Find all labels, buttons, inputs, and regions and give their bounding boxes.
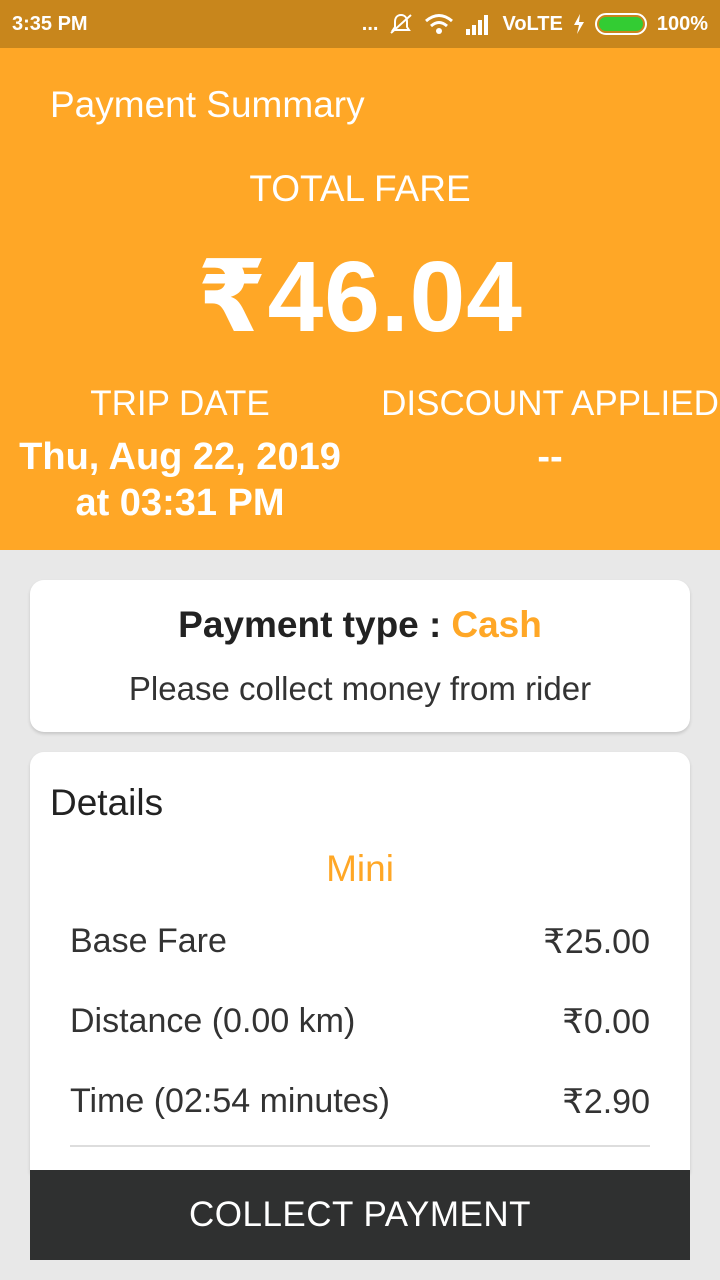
payment-type-label: Payment type : [178, 604, 442, 645]
fare-row-label: Time (02:54 minutes) [70, 1082, 390, 1120]
battery-icon [594, 13, 647, 35]
signal-icon [464, 13, 492, 35]
fare-row-distance: Distance (0.00 km) ₹0.00 [70, 1002, 650, 1042]
battery-percent: 100% [656, 12, 708, 35]
more-dots-icon: ... [361, 12, 379, 35]
mute-icon [388, 12, 414, 36]
status-icons: ... VoLTE 100% [362, 12, 708, 36]
details-card: Details Mini Base Fare ₹25.00 Distance (… [30, 752, 690, 1172]
discount-value: -- [537, 436, 563, 478]
total-fare-label: TOTAL FARE [249, 168, 471, 209]
fare-row-amount: ₹2.90 [562, 1083, 650, 1121]
trip-date-value: Thu, Aug 22, 2019 at 03:31 PM [0, 434, 360, 526]
charging-icon [573, 14, 585, 34]
fare-row-amount: ₹25.00 [543, 923, 650, 961]
collect-payment-button[interactable]: COLLECT PAYMENT [30, 1170, 690, 1260]
details-title: Details [50, 782, 164, 823]
payment-type-value: Cash [451, 604, 542, 645]
total-fare-amount: ₹46.04 [197, 241, 523, 353]
trip-date-line1: Thu, Aug 22, 2019 [19, 436, 341, 478]
payment-summary-header: Payment Summary TOTAL FARE ₹46.04 TRIP D… [0, 48, 720, 550]
network-label: VoLTE [502, 12, 563, 35]
trip-date-section: TRIP DATE Thu, Aug 22, 2019 at 03:31 PM [0, 384, 360, 526]
status-time: 3:35 PM [12, 12, 88, 35]
fare-row-amount: ₹0.00 [562, 1003, 650, 1041]
vehicle-type: Mini [326, 848, 394, 889]
trip-date-line2: at 03:31 PM [75, 482, 285, 524]
details-divider [70, 1145, 650, 1147]
fare-row-time: Time (02:54 minutes) ₹2.90 [70, 1082, 650, 1122]
page-title: Payment Summary [50, 84, 365, 125]
payment-type-line: Payment type : Cash [30, 604, 690, 646]
fare-row-base: Base Fare ₹25.00 [70, 922, 650, 962]
collect-money-message: Please collect money from rider [128, 670, 592, 707]
fare-row-label: Base Fare [70, 922, 227, 960]
discount-label: DISCOUNT APPLIED [381, 384, 719, 423]
payment-type-card: Payment type : Cash Please collect money … [30, 580, 690, 732]
wifi-icon [424, 12, 454, 36]
fare-row-label: Distance (0.00 km) [70, 1002, 356, 1040]
trip-date-label: TRIP DATE [90, 384, 270, 423]
discount-section: DISCOUNT APPLIED -- [370, 384, 720, 480]
status-bar: 3:35 PM ... VoLTE 100% [0, 0, 720, 48]
